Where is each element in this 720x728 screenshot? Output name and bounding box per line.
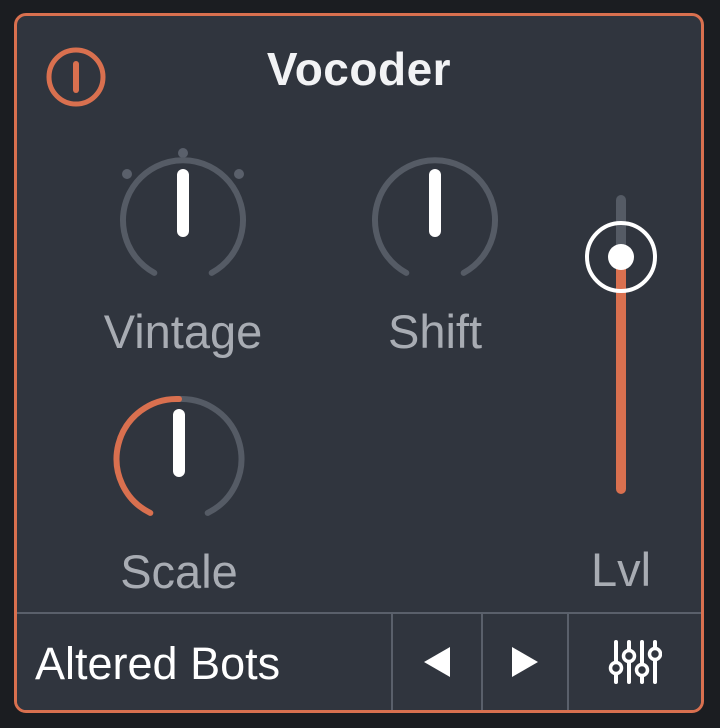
scale-label: Scale	[120, 545, 238, 598]
triangle-left-icon	[424, 647, 450, 677]
slider-thumb[interactable]	[608, 244, 634, 270]
level-slider[interactable]	[576, 184, 666, 504]
vintage-label: Vintage	[103, 305, 263, 358]
level-label: Lvl	[590, 543, 652, 596]
scale-knob[interactable]	[109, 384, 249, 524]
plugin-title: Vocoder	[266, 43, 452, 95]
previous-preset-button[interactable]	[393, 614, 481, 710]
vocoder-panel: Vocoder Vintage Shift Scale Lvl Altered …	[14, 13, 704, 713]
shift-label: Shift	[387, 305, 483, 358]
preset-name[interactable]: Altered Bots	[35, 638, 280, 690]
settings-button[interactable]	[569, 614, 701, 710]
triangle-right-icon	[512, 647, 538, 677]
vintage-knob[interactable]	[113, 144, 253, 284]
shift-knob[interactable]	[365, 144, 505, 284]
sliders-icon	[608, 640, 662, 684]
preset-bar: Altered Bots	[17, 612, 701, 710]
next-preset-button[interactable]	[483, 614, 567, 710]
